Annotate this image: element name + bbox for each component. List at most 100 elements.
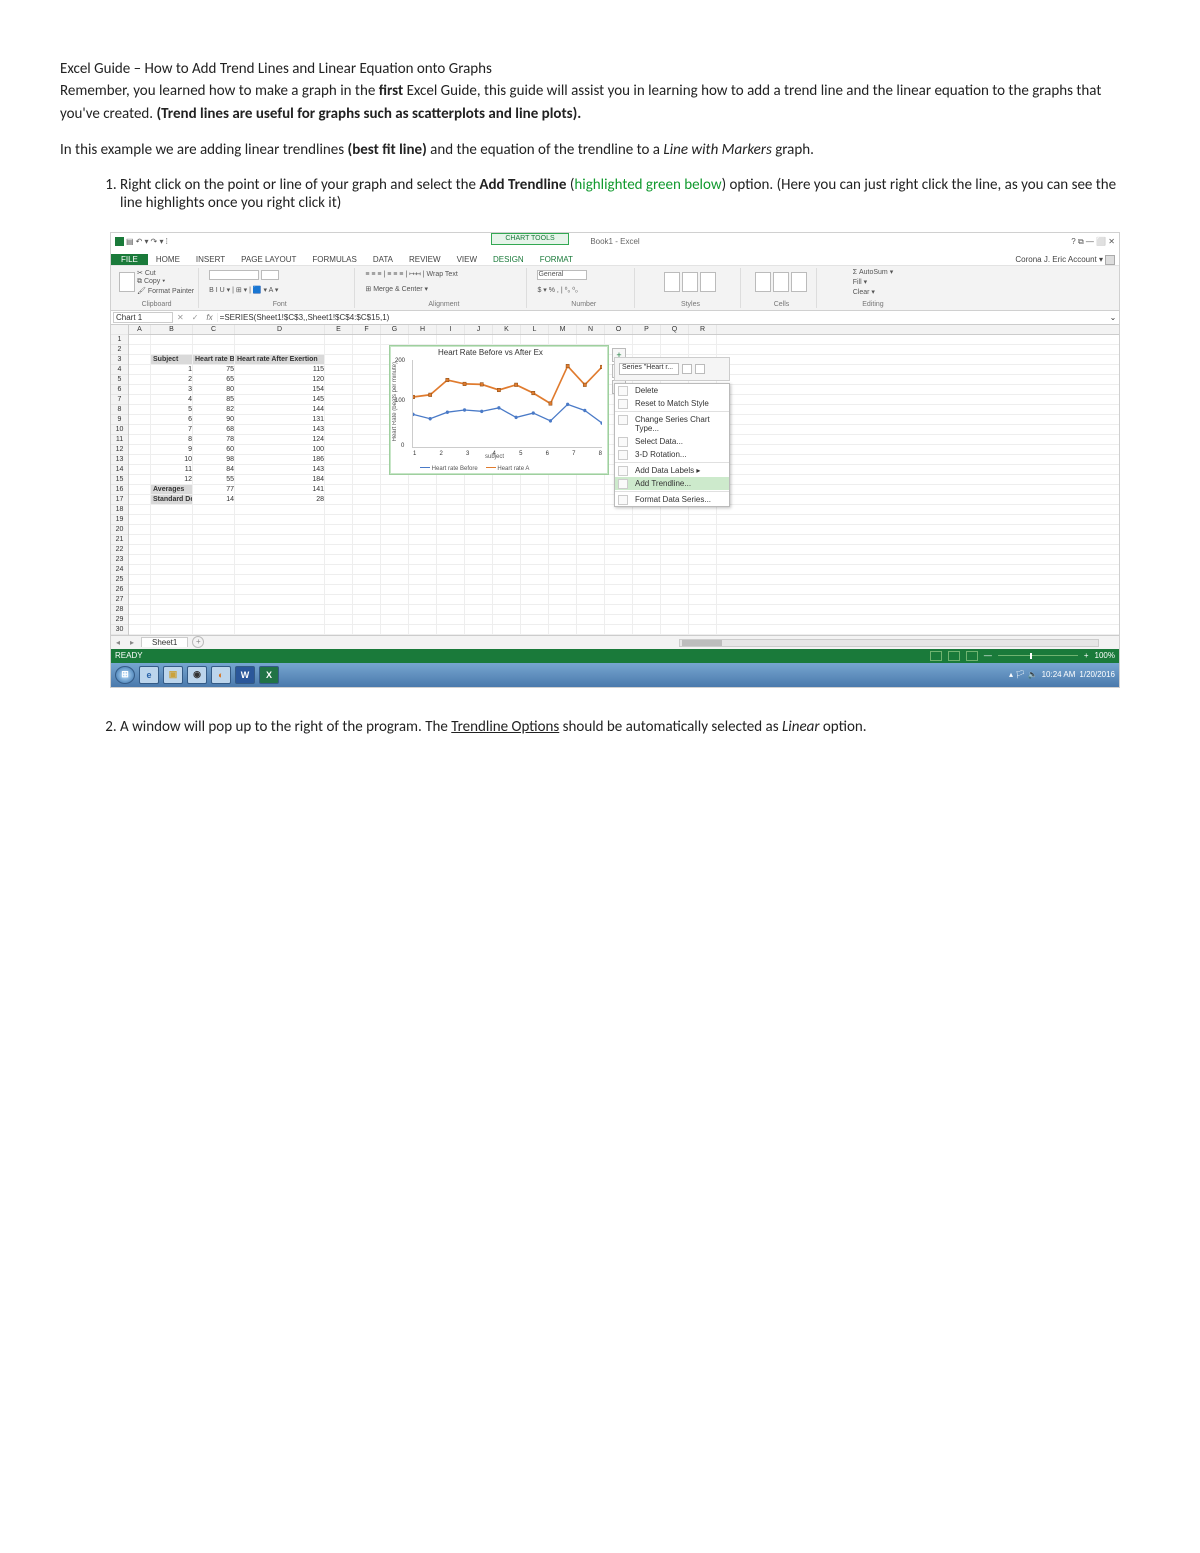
fill-icon[interactable] [682, 364, 692, 374]
ctx-delete[interactable]: Delete [615, 384, 729, 397]
tab-review[interactable]: REVIEW [401, 254, 449, 265]
horizontal-scrollbar[interactable] [679, 639, 1099, 647]
ribbon-tabs: FILE HOME INSERT PAGE LAYOUT FORMULAS DA… [111, 251, 1119, 265]
taskbar-explorer-icon[interactable]: ▣ [163, 666, 183, 684]
enter-icon[interactable]: ✓ [188, 313, 203, 322]
column-headers: ABCDEFGHIJKLMNOPQR [129, 325, 1119, 335]
zoom-out-icon[interactable]: — [984, 651, 992, 660]
formula-input[interactable]: =SERIES(Sheet1!$C$3,,Sheet1!$C$4:$C$15,1… [217, 313, 1107, 322]
ribbon-group-styles: Styles [641, 268, 741, 308]
ytick-0: 0 [401, 443, 404, 449]
font-box[interactable] [209, 270, 259, 280]
font-size-box[interactable] [261, 270, 279, 280]
qat-undo-icon[interactable]: ↶ ▾ [136, 237, 149, 246]
ytick-200: 200 [395, 358, 405, 364]
steps-list-2: A window will pop up to the right of the… [90, 718, 1140, 736]
qat-redo-icon[interactable]: ↷ ▾ ⁞ [151, 237, 168, 246]
zoom-slider[interactable] [998, 655, 1078, 656]
group-label-styles: Styles [681, 301, 700, 308]
step-2: A window will pop up to the right of the… [120, 718, 1140, 736]
clear-button[interactable]: Clear ▾ [853, 288, 875, 296]
cell-styles-icon[interactable] [700, 272, 716, 292]
view-page-layout-icon[interactable] [948, 651, 960, 661]
start-button[interactable]: ⊞ [115, 666, 135, 684]
tab-home[interactable]: HOME [148, 254, 188, 265]
p1b: first [379, 82, 403, 100]
p2a: In this example we are adding linear tre… [60, 141, 348, 159]
fx-icon[interactable]: fx [202, 313, 216, 322]
taskbar-word-icon[interactable]: W [235, 666, 255, 684]
number-format-dropdown[interactable]: General [537, 270, 587, 280]
ctx-reset-style[interactable]: Reset to Match Style [615, 397, 729, 410]
insert-cells-icon[interactable] [755, 272, 771, 292]
taskbar-ie-icon[interactable]: e [139, 666, 159, 684]
outline-icon[interactable] [695, 364, 705, 374]
series-dropdown[interactable]: Series "Heart r... [619, 363, 679, 375]
group-label-editing: Editing [862, 301, 883, 308]
ctx-select-data[interactable]: Select Data... [615, 435, 729, 448]
group-label-cells: Cells [774, 301, 790, 308]
tab-view[interactable]: VIEW [449, 254, 485, 265]
ctx-3d-rotation[interactable]: 3-D Rotation... [615, 448, 729, 461]
step1-a: Right click on the point or line of your… [120, 176, 479, 194]
qat-save-icon[interactable]: ▤ [126, 237, 134, 246]
tab-design[interactable]: DESIGN [485, 254, 532, 265]
wrap-text-button[interactable]: Wrap Text [427, 271, 458, 278]
ctx-add-trendline[interactable]: Add Trendline... [615, 477, 729, 490]
account-menu[interactable]: Corona J. Eric Account ▾ [1015, 255, 1119, 265]
tab-file[interactable]: FILE [111, 254, 148, 265]
zoom-percent[interactable]: 100% [1095, 651, 1115, 660]
format-painter-button[interactable]: 🖌 Format Painter [137, 287, 194, 295]
sheet-nav-prev-icon[interactable]: ◂ [111, 638, 125, 647]
new-sheet-button[interactable]: + [192, 636, 204, 648]
excel-screenshot: ▤ ↶ ▾ ↷ ▾ ⁞ Book1 - Excel CHART TOOLS ? … [110, 232, 1120, 688]
embedded-chart[interactable]: Heart Rate Before vs After Ex Heart Rate… [389, 345, 609, 475]
group-label-alignment: Alignment [428, 301, 459, 308]
step1-b: Add Trendline [479, 176, 566, 194]
cancel-icon[interactable]: ✕ [173, 313, 188, 322]
expand-formula-bar-icon[interactable]: ⌄ [1107, 313, 1119, 322]
p2b: (best fit line) [348, 141, 427, 159]
worksheet-grid[interactable]: 1234567891011121314151617181920212223242… [111, 325, 1119, 635]
sheet-tab-bar: ◂ ▸ Sheet1 + [111, 635, 1119, 649]
ribbon-group-number: General $ ▾ % , | ⁰₀ ⁰₀ Number [533, 268, 635, 308]
view-normal-icon[interactable] [930, 651, 942, 661]
taskbar-chrome-icon[interactable]: ◉ [187, 666, 207, 684]
ctx-change-chart-type[interactable]: Change Series Chart Type... [615, 413, 729, 435]
tab-data[interactable]: DATA [365, 254, 401, 265]
intro-paragraph-2: In this example we are adding linear tre… [60, 139, 1140, 162]
row-headers: 1234567891011121314151617181920212223242… [111, 325, 129, 635]
format-as-table-icon[interactable] [682, 272, 698, 292]
chart-title: Heart Rate Before vs After Ex [438, 348, 543, 357]
taskbar-excel-icon[interactable]: X [259, 666, 279, 684]
cut-button[interactable]: ✂ Cut [137, 269, 194, 277]
tab-formulas[interactable]: FORMULAS [304, 254, 364, 265]
copy-button[interactable]: ⧉ Copy ▾ [137, 278, 194, 286]
p2d: Line with Markers [663, 141, 771, 159]
chart-plot-area[interactable]: 200 100 0 12345678 [412, 360, 602, 448]
reset-icon [618, 399, 628, 409]
taskbar-firefox-icon[interactable]: ◐ [211, 666, 231, 684]
autosum-button[interactable]: Σ AutoSum ▾ [853, 268, 894, 276]
format-cells-icon[interactable] [791, 272, 807, 292]
tab-page-layout[interactable]: PAGE LAYOUT [233, 254, 304, 265]
cells-area[interactable]: ABCDEFGHIJKLMNOPQR SubjectHeart rate Bef… [129, 325, 1119, 635]
fill-button[interactable]: Fill ▾ [853, 278, 867, 286]
chart-tools-contextual-tab: CHART TOOLS [491, 233, 569, 245]
sheet-tab-1[interactable]: Sheet1 [141, 637, 188, 647]
ctx-format-data-series[interactable]: Format Data Series... [615, 493, 729, 506]
zoom-in-icon[interactable]: + [1084, 651, 1089, 660]
delete-cells-icon[interactable] [773, 272, 789, 292]
merge-center-button[interactable]: Merge & Center ▾ [373, 286, 428, 293]
step1-d: highlighted green below [574, 176, 721, 194]
paste-icon[interactable] [119, 272, 135, 292]
tab-format[interactable]: FORMAT [532, 254, 581, 265]
conditional-formatting-icon[interactable] [664, 272, 680, 292]
quick-access-toolbar: ▤ ↶ ▾ ↷ ▾ ⁞ [111, 237, 168, 246]
sheet-nav-next-icon[interactable]: ▸ [125, 638, 139, 647]
name-box[interactable]: Chart 1 [113, 312, 173, 323]
context-menu: Delete Reset to Match Style Change Serie… [614, 383, 730, 507]
ctx-add-data-labels[interactable]: Add Data Labels ▸ [615, 464, 729, 477]
tab-insert[interactable]: INSERT [188, 254, 233, 265]
view-page-break-icon[interactable] [966, 651, 978, 661]
